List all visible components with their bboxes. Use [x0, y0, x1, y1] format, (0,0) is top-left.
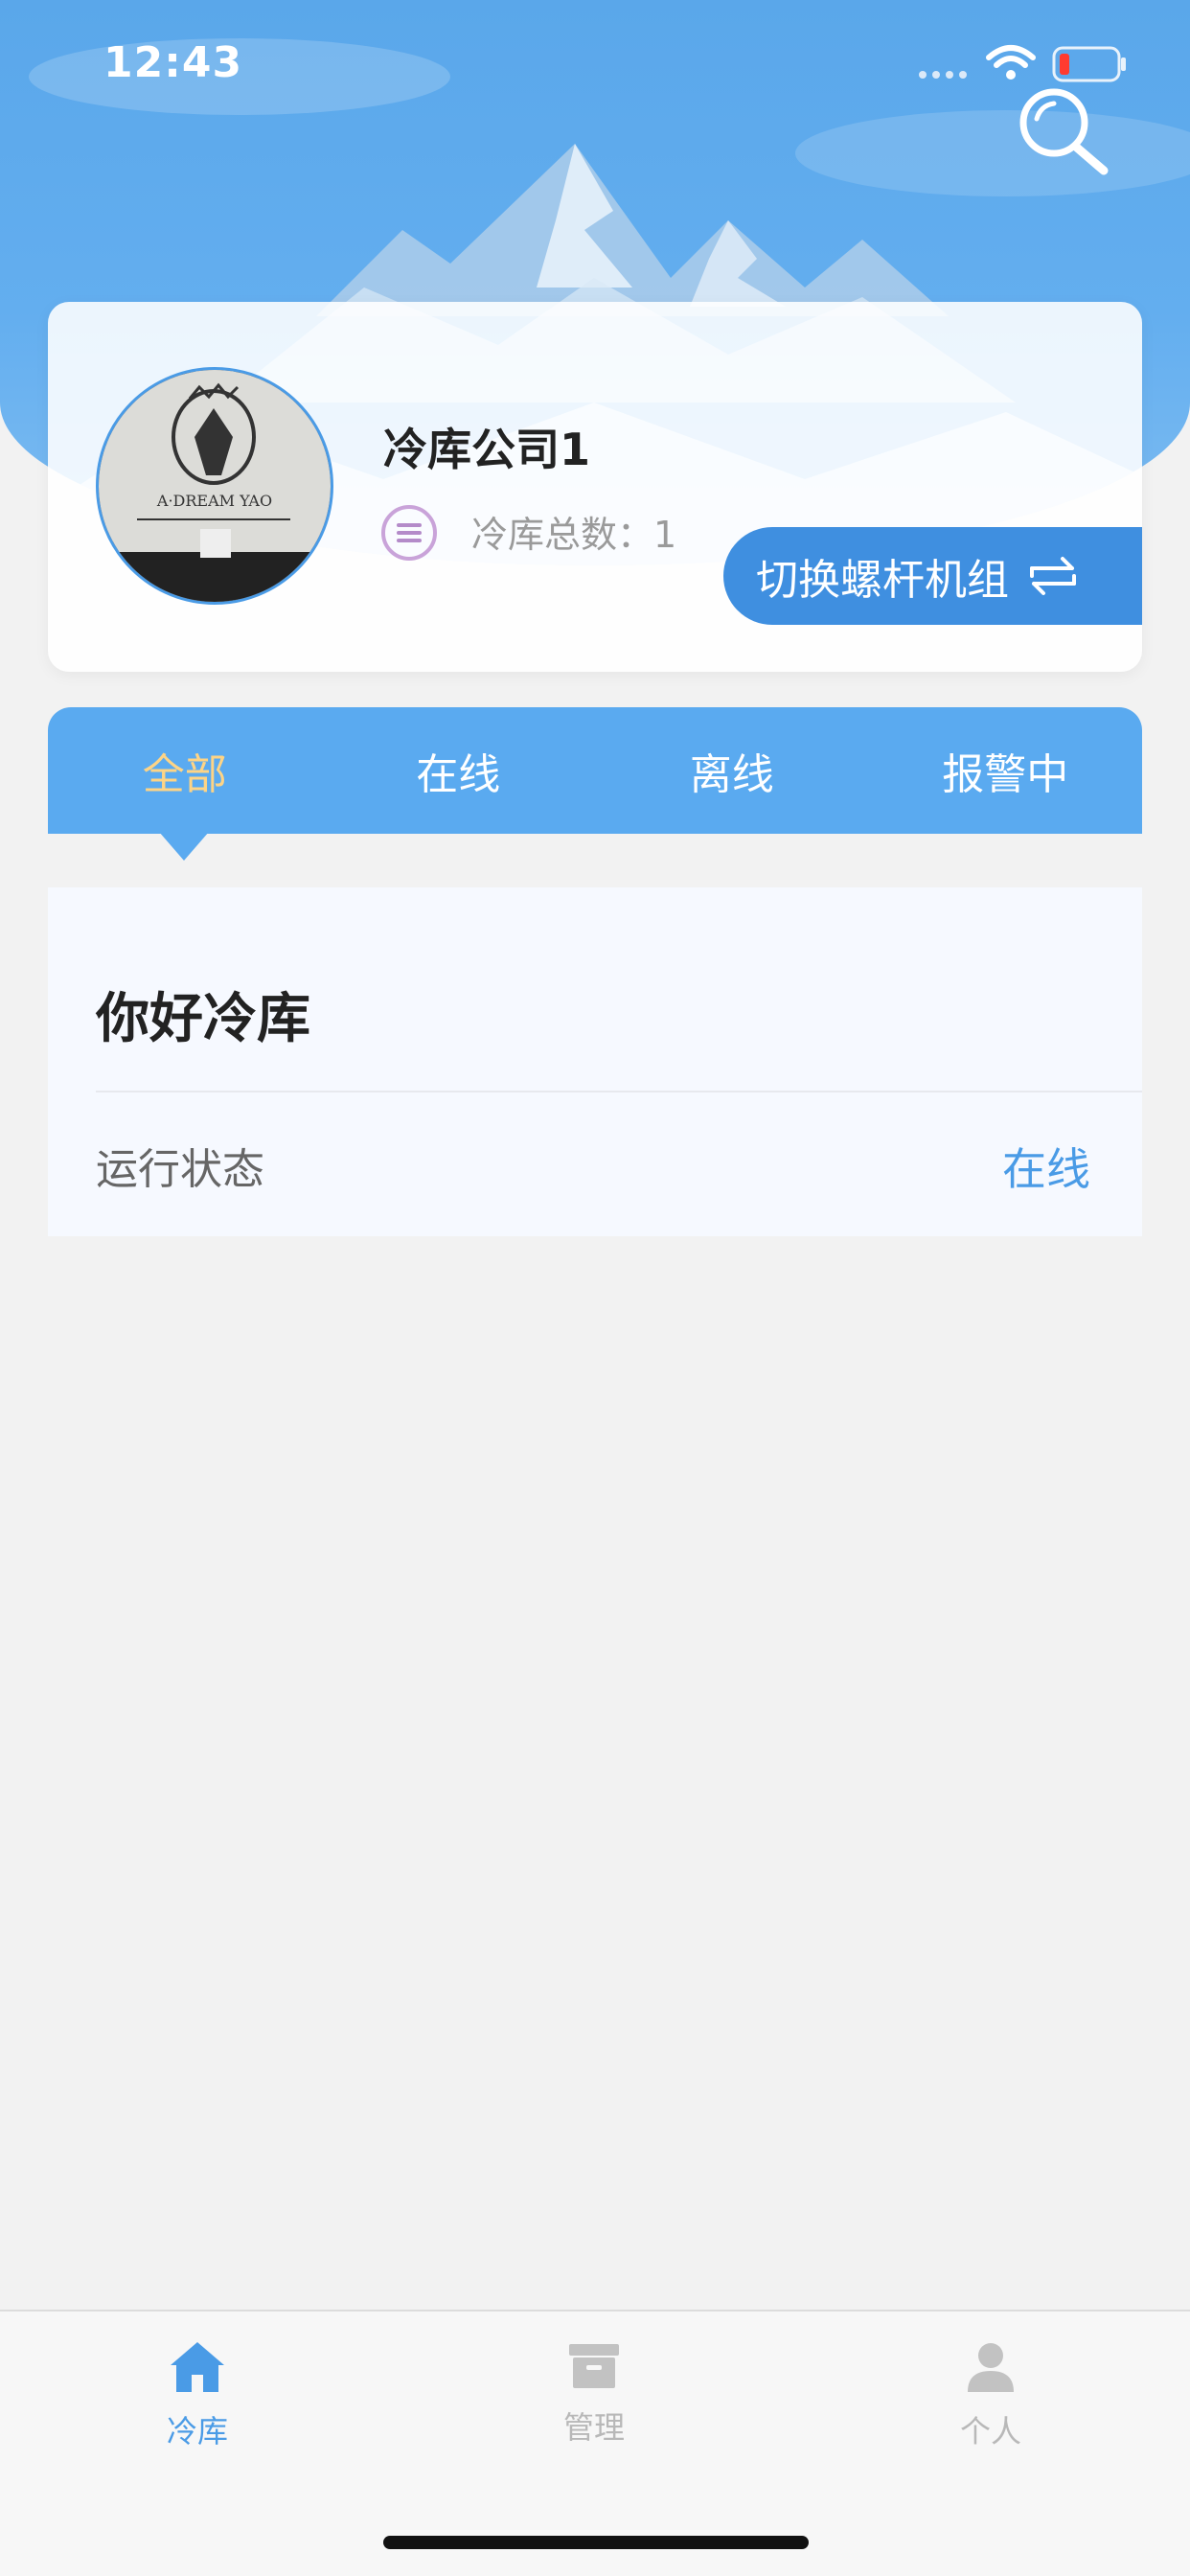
tab-online[interactable]: 在线: [322, 707, 596, 834]
tab-offline[interactable]: 离线: [595, 707, 869, 834]
tab-all[interactable]: 全部: [48, 707, 322, 834]
avatar[interactable]: A·DREAM YAO: [96, 367, 333, 605]
list-item[interactable]: 你好冷库 运行状态 在线: [48, 887, 1142, 1236]
nav-label-personal: 个人: [959, 2413, 1021, 2450]
warehouse-title: 你好冷库: [96, 988, 310, 1050]
home-indicator: [383, 2536, 809, 2549]
archive-icon: [569, 2344, 619, 2388]
list-icon: [381, 505, 437, 561]
status-label: 运行状态: [96, 1145, 264, 1194]
divider: [96, 1091, 1142, 1092]
wifi-icon: [986, 45, 1036, 80]
nav-item-personal[interactable]: 个人: [895, 2338, 1087, 2451]
nav-label-manage: 管理: [562, 2409, 625, 2446]
company-name: 冷库公司1: [383, 424, 591, 475]
svg-text:A·DREAM YAO: A·DREAM YAO: [156, 492, 272, 510]
switch-unit-button[interactable]: 切换螺杆机组: [723, 527, 1142, 625]
person-icon: [968, 2343, 1014, 2392]
avatar-image: A·DREAM YAO: [99, 370, 331, 602]
status-value: 在线: [1002, 1143, 1090, 1195]
active-tab-indicator: [159, 832, 209, 861]
tab-alarm[interactable]: 报警中: [869, 707, 1143, 834]
switch-unit-label: 切换螺杆机组: [756, 556, 1009, 605]
nav-item-warehouse[interactable]: 冷库: [102, 2338, 293, 2451]
swap-icon: [1030, 557, 1076, 595]
status-time: 12:43: [103, 38, 243, 87]
warehouse-count: 冷库总数：1: [471, 514, 677, 556]
filter-tabs: 全部 在线 离线 报警中: [48, 707, 1142, 834]
search-icon[interactable]: [1016, 84, 1111, 180]
home-icon: [171, 2342, 224, 2392]
nav-label-warehouse: 冷库: [166, 2413, 228, 2450]
battery-icon: [1052, 46, 1126, 82]
nav-item-manage[interactable]: 管理: [498, 2338, 690, 2448]
company-card: A·DREAM YAO 冷库公司1 冷库总数：1 切换螺杆机组: [48, 302, 1142, 672]
signal-icon: [919, 71, 967, 79]
